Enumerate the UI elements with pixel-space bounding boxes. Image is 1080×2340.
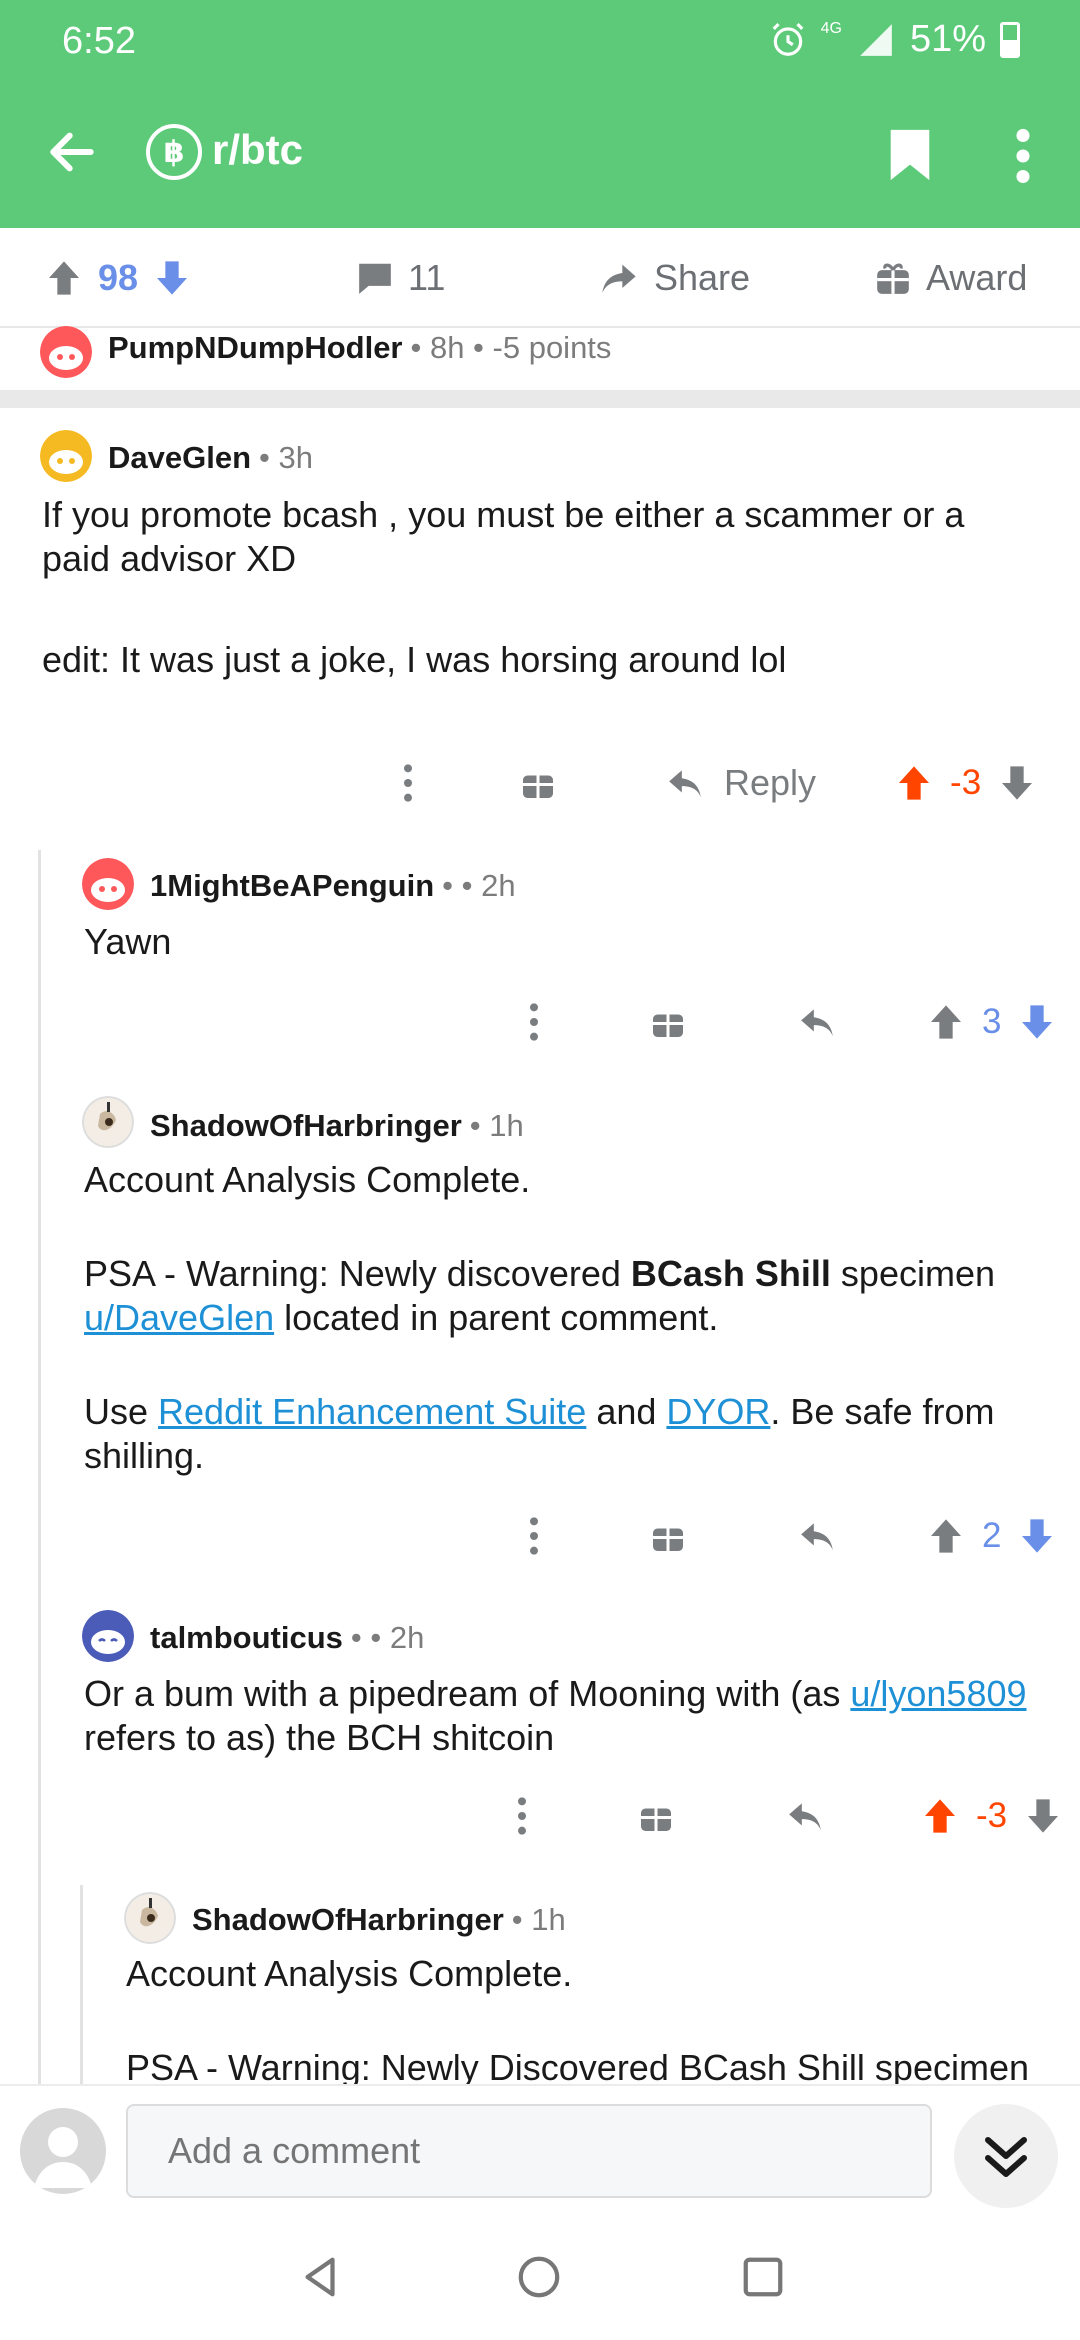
avatar [40, 326, 92, 378]
comment-meta: • 3h [259, 440, 313, 475]
more-options-icon[interactable] [1008, 128, 1038, 184]
comment-score: -3 [976, 1796, 1008, 1835]
user-avatar[interactable] [20, 2108, 106, 2194]
comment-score: 3 [982, 1002, 1002, 1041]
downvote-icon[interactable] [997, 763, 1037, 803]
battery-percent: 51% [909, 18, 986, 60]
bookmark-icon[interactable] [888, 128, 932, 182]
comment-body: If you promote bcash , you must be eithe… [42, 493, 1042, 682]
battery-icon [1000, 21, 1020, 58]
comment-author[interactable]: ShadowOfHarbringer [192, 1902, 504, 1938]
comment-composer [0, 2084, 1080, 2214]
downvote-icon[interactable] [1017, 1516, 1057, 1556]
avatar [82, 1610, 134, 1662]
gift-icon[interactable] [638, 1798, 674, 1834]
reply-icon[interactable] [796, 1003, 838, 1041]
award-label: Award [926, 257, 1028, 298]
comments-count: 11 [408, 257, 446, 298]
comment-author[interactable]: DaveGlen [108, 440, 251, 476]
upvote-icon[interactable] [44, 258, 84, 298]
comments-count-button[interactable]: 11 [356, 228, 445, 328]
thread-line[interactable] [38, 850, 41, 2084]
comment-body: Yawn [84, 921, 172, 962]
award-button[interactable]: Award [874, 228, 1027, 328]
comment-actions: 3 [526, 1002, 1057, 1042]
upvote-icon[interactable] [926, 1516, 966, 1556]
nav-home-icon[interactable] [516, 2254, 562, 2300]
gift-icon[interactable] [650, 1518, 686, 1554]
subreddit-icon[interactable]: ฿ [146, 124, 202, 180]
share-icon [602, 264, 636, 293]
status-time: 6:52 [62, 20, 136, 62]
double-chevron-down-icon [985, 2137, 1027, 2177]
app-bar: ฿ r/btc [0, 100, 1080, 210]
comment-edit: edit: It was just a joke, I was horsing … [42, 639, 787, 680]
more-options-icon[interactable] [526, 1516, 542, 1556]
user-link[interactable]: u/lyon5809 [850, 1673, 1026, 1714]
res-link[interactable]: Reddit Enhancement Suite [158, 1391, 586, 1432]
comment-icon [359, 263, 391, 294]
next-comment-button[interactable] [954, 2104, 1058, 2208]
avatar [40, 430, 92, 482]
post-vote-count: 98 [98, 257, 139, 298]
upvote-icon[interactable] [894, 763, 934, 803]
comment-actions: -3 [514, 1796, 1063, 1836]
comment-author[interactable]: talmbouticus [150, 1620, 343, 1656]
downvote-icon[interactable] [1023, 1796, 1063, 1836]
collapsed-comment[interactable]: PumpNDumpHodler • 8h • -5 points [0, 326, 1080, 390]
more-options-icon[interactable] [526, 1002, 542, 1042]
comment-meta: • • 2h [350, 1620, 425, 1655]
comment-meta: • 1h [469, 1108, 524, 1143]
comment-meta: • • 2h [442, 868, 516, 903]
avatar [124, 1892, 176, 1944]
gift-icon[interactable] [520, 765, 556, 801]
comment-body: Account Analysis Complete. PSA - Warning… [126, 1953, 1030, 2088]
comment-score: -3 [950, 763, 982, 802]
back-arrow-icon[interactable] [44, 124, 100, 180]
reply-button[interactable]: Reply [724, 762, 816, 804]
comment-author[interactable]: 1MightBeAPenguin [150, 868, 434, 904]
post-action-bar: 98 11 Share Award [0, 228, 1080, 328]
comment-meta: • 8h • -5 points [410, 330, 612, 365]
section-divider [0, 390, 1080, 408]
status-bar: 6:52 4G 51% [0, 0, 1080, 80]
comment-score: 2 [982, 1516, 1002, 1555]
post-vote-control: 98 [44, 228, 192, 328]
comment-author[interactable]: ShadowOfHarbringer [150, 1108, 462, 1144]
nav-recents-icon[interactable] [740, 2254, 786, 2300]
add-comment-input[interactable] [126, 2104, 932, 2198]
comment-actions: Reply -3 [400, 762, 1037, 804]
alarm-icon [772, 22, 803, 56]
more-options-icon[interactable] [514, 1796, 530, 1836]
comment-author[interactable]: PumpNDumpHodler [108, 330, 403, 366]
reply-icon[interactable] [784, 1797, 826, 1835]
app-header: 6:52 4G 51% ฿ r/btc [0, 0, 1080, 228]
comment-body: Account Analysis Complete. PSA - Warning… [84, 1159, 995, 1476]
avatar [82, 1096, 134, 1148]
system-nav-bar [0, 2214, 1080, 2340]
nav-back-icon[interactable] [298, 2254, 344, 2300]
signal-icon [860, 23, 892, 56]
comment-actions: 2 [526, 1516, 1057, 1556]
downvote-icon[interactable] [1017, 1002, 1057, 1042]
reply-icon[interactable] [664, 764, 706, 802]
share-button[interactable]: Share [598, 228, 750, 328]
avatar [82, 858, 134, 910]
comment-meta: • 1h [511, 1902, 566, 1937]
dyor-link[interactable]: DYOR [666, 1391, 770, 1432]
gift-icon[interactable] [650, 1004, 686, 1040]
thread-line[interactable] [80, 1885, 83, 2084]
share-label: Share [654, 257, 751, 298]
subreddit-name[interactable]: r/btc [212, 126, 303, 174]
downvote-icon[interactable] [152, 258, 192, 298]
upvote-icon[interactable] [920, 1796, 960, 1836]
gift-icon [877, 263, 909, 294]
more-options-icon[interactable] [400, 763, 416, 803]
comment-body: Or a bum with a pipedream of Mooning wit… [84, 1673, 1027, 1758]
upvote-icon[interactable] [926, 1002, 966, 1042]
user-link[interactable]: u/DaveGlen [84, 1297, 274, 1338]
network-type: 4G [820, 20, 842, 37]
reply-icon[interactable] [796, 1517, 838, 1555]
